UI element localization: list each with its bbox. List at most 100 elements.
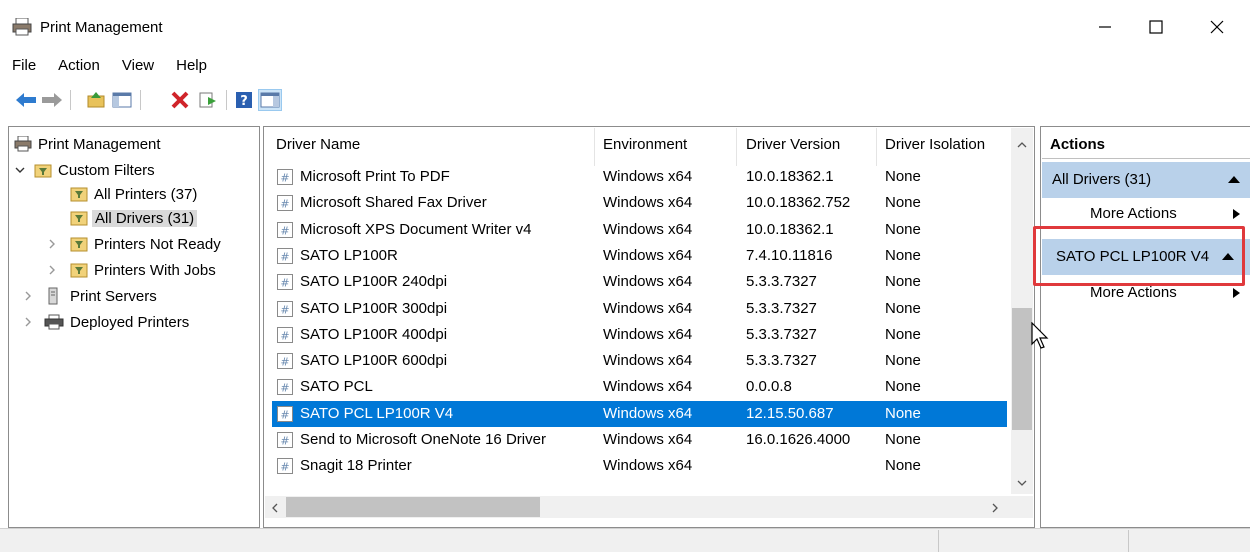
table-row[interactable]: # Snagit 18 Printer Windows x64 None [272,453,1007,479]
horizontal-scroll-thumb[interactable] [286,497,540,517]
scrollbar-corner [1011,496,1033,518]
highlight-box [1033,226,1245,286]
printer-icon [14,136,32,152]
driver-isolation-cell: None [885,168,921,185]
driver-name-cell: Snagit 18 Printer [300,457,412,475]
svg-text:?: ? [240,94,248,109]
environment-cell: Windows x64 [603,246,693,264]
driver-name-cell: Microsoft XPS Document Writer v4 [300,220,532,238]
driver-version-cell: 5.3.3.7327 [746,299,817,317]
mouse-cursor-icon [1031,322,1049,349]
menu-view[interactable]: View [110,54,164,80]
tree-item-printers-with-jobs[interactable]: Printers With Jobs [70,258,216,282]
show-hide-tree-button[interactable] [110,89,134,111]
show-hide-action-pane-button[interactable] [258,89,282,111]
chevron-right-icon[interactable] [22,316,34,328]
table-row[interactable]: # Microsoft Shared Fax Driver Windows x64 1… [272,190,1007,216]
svg-text:#: # [280,329,289,342]
chevron-down-icon[interactable] [14,164,26,176]
help-icon: ? [236,92,252,109]
tree-label: Printers Not Ready [94,235,221,253]
svg-text:#: # [280,172,289,185]
table-row[interactable]: # SATO PCL LP100R V4 Windows x64 12.15.50.6… [272,400,1007,427]
table-row[interactable]: # SATO LP100R 300dpi Windows x64 5.3.3.7327… [272,296,1007,322]
driver-isolation-cell: None [885,352,921,370]
export-list-icon [199,92,216,108]
more-actions-selected-driver[interactable]: More Actions [1090,284,1177,301]
submenu-arrow-icon [1233,288,1240,298]
tree-label: All Drivers (31) [92,209,198,227]
svg-text:#: # [280,250,289,263]
table-row[interactable]: # Microsoft XPS Document Writer v4 Windows… [272,217,1007,243]
scroll-up-icon[interactable] [1015,140,1029,150]
column-header-environment[interactable]: Environment [603,136,687,153]
menu-file[interactable]: File [0,54,46,80]
minimize-button[interactable] [1082,12,1128,42]
driver-version-cell: 12.15.50.687 [746,404,834,422]
tree-item-deployed-printers[interactable]: Deployed Printers [44,310,189,334]
table-row[interactable]: # SATO LP100R 400dpi Windows x64 5.3.3.7327… [272,322,1007,348]
filter-folder-icon [34,164,52,178]
column-header-driver-name[interactable]: Driver Name [276,136,360,153]
driver-icon: # [277,195,293,212]
table-row[interactable]: # Microsoft Print To PDF Windows x64 10.0.1… [272,164,1007,190]
svg-text:#: # [280,461,289,474]
svg-text:#: # [280,408,289,421]
server-icon [48,287,58,305]
tree-item-printers-not-ready[interactable]: Printers Not Ready [70,232,221,256]
tree-label: Print Servers [70,287,157,305]
help-button[interactable]: ? [232,89,256,111]
printer-icon [12,18,32,36]
tree-item-all-printers[interactable]: All Printers (37) [70,182,197,206]
driver-name-cell: SATO LP100R 300dpi [300,299,448,317]
menu-help[interactable]: Help [164,54,217,80]
table-row[interactable]: # SATO LP100R 600dpi Windows x64 5.3.3.7327… [272,348,1007,374]
driver-isolation-cell: None [885,246,921,264]
svg-text:#: # [280,356,289,369]
driver-name-cell: SATO LP100R 400dpi [300,325,448,343]
export-list-button[interactable] [196,89,220,111]
driver-icon: # [277,169,293,185]
chevron-right-icon[interactable] [46,238,58,250]
scroll-down-icon[interactable] [1015,478,1029,488]
driver-icon: # [277,300,293,317]
tree-label: All Printers (37) [94,185,198,203]
table-row[interactable]: # SATO PCL Windows x64 0.0.0.8 None [272,374,1007,400]
delete-button[interactable] [168,89,192,111]
driver-isolation-cell: None [885,431,921,448]
actions-section-all-drivers[interactable]: All Drivers (31) [1042,162,1250,198]
back-button[interactable] [14,89,38,111]
column-header-driver-version[interactable]: Driver Version [746,136,840,153]
more-actions-all-drivers[interactable]: More Actions [1090,205,1177,222]
forward-arrow-icon [42,93,62,107]
chevron-right-icon[interactable] [46,264,58,276]
scroll-left-icon[interactable] [270,501,280,515]
table-row[interactable]: # SATO LP100R 240dpi Windows x64 5.3.3.7327… [272,269,1007,295]
driver-icon: # [277,379,293,396]
tree-item-print-servers[interactable]: Print Servers [44,284,157,308]
svg-text:#: # [280,435,289,448]
driver-name-cell: Microsoft Shared Fax Driver [300,194,487,212]
back-arrow-icon [16,93,36,107]
column-header-driver-isolation[interactable]: Driver Isolation [885,136,985,153]
up-button[interactable] [84,89,108,111]
driver-name-cell: SATO LP100R 600dpi [300,352,448,370]
close-button[interactable] [1194,12,1240,42]
scroll-right-icon[interactable] [990,501,1000,515]
driver-icon: # [277,353,293,370]
maximize-button[interactable] [1133,12,1179,42]
tree-item-all-drivers[interactable]: All Drivers (31) [70,206,198,230]
collapse-up-icon[interactable] [1228,176,1240,183]
tree-label: Custom Filters [58,161,155,179]
table-row[interactable]: # SATO LP100R Windows x64 7.4.10.11816 None [272,243,1007,269]
driver-isolation-cell: None [885,457,921,475]
vertical-scroll-thumb[interactable] [1012,308,1032,430]
tree-item-custom-filters[interactable]: Custom Filters [34,158,155,182]
tree-item-print-management[interactable]: Print Management [14,132,161,156]
table-row[interactable]: # Send to Microsoft OneNote 16 Driver Wind… [272,427,1007,453]
menu-bar: File Action View Help [0,54,217,80]
forward-button[interactable] [40,89,64,111]
menu-action[interactable]: Action [46,54,110,80]
chevron-right-icon[interactable] [22,290,34,302]
show-hide-tree-icon [112,92,132,108]
